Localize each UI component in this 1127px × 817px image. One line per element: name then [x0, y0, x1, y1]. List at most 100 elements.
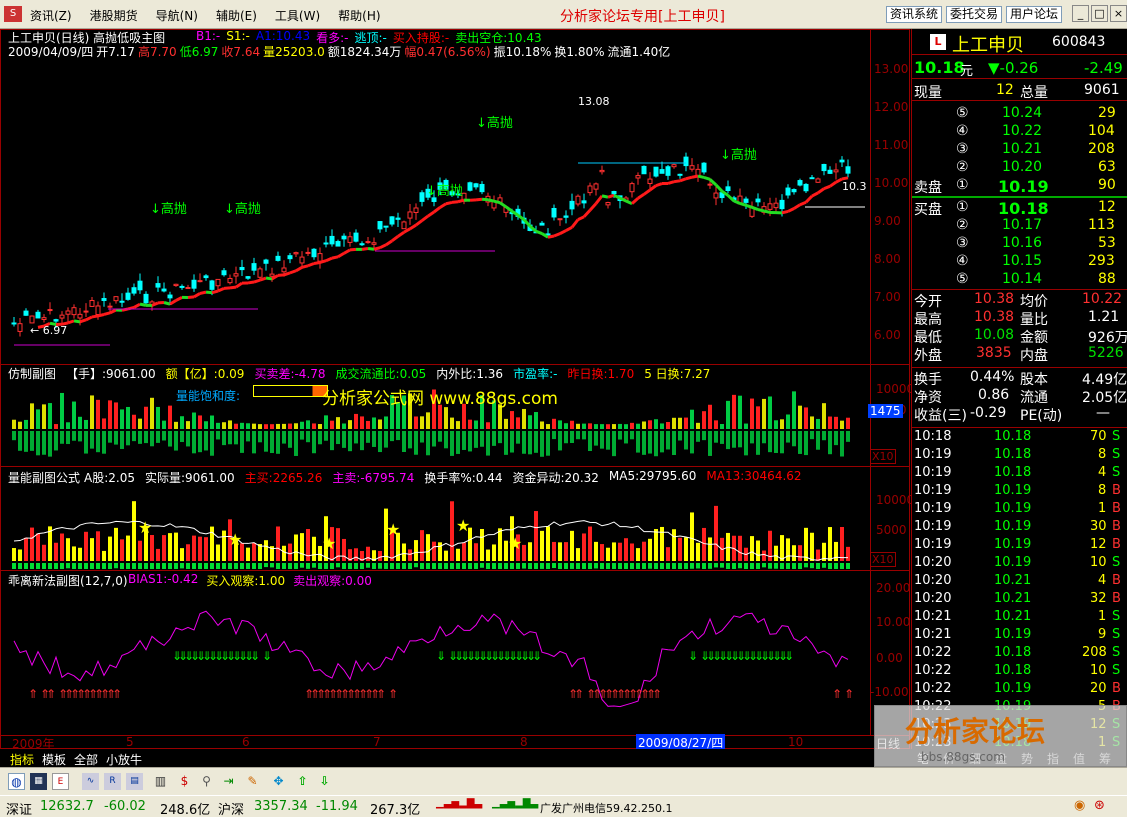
tab-zhibiao[interactable]: 指标 [10, 751, 34, 768]
price-change-pct: -2.49 [1084, 59, 1123, 77]
tick-volume: 10 [1090, 555, 1107, 570]
ma-line-segment [553, 232, 561, 238]
price-unit: 元 [960, 64, 974, 79]
up-arrow-icon[interactable]: ⇧ [294, 773, 311, 790]
sub1-bar [828, 416, 832, 429]
chart2-icon[interactable]: ▤ [126, 773, 143, 790]
sub2-neg-bar [648, 563, 652, 569]
xianliang-value: 12 [996, 82, 1014, 98]
candle-body [539, 222, 545, 226]
sub2-bar [738, 535, 742, 561]
sub1-bar [258, 424, 262, 429]
stat2-label: PE(动) [1020, 408, 1063, 424]
tick-volume: 30 [1090, 519, 1107, 534]
sub2-neg-bar [228, 563, 232, 569]
sub1-neg-bar [750, 431, 754, 444]
tab-quanbu[interactable]: 全部 [74, 751, 98, 768]
chart-area[interactable]: 上工申贝(日线) 高抛低吸主图 B1:- S1:- A1:10.43 看多:- 逃顶:-… [0, 29, 914, 751]
sub2-neg-bar [444, 563, 448, 569]
sell-observe-arrow: ⇑ [28, 687, 38, 701]
price-axis-label: 10.00 [874, 176, 909, 190]
sub2-neg-bar [768, 563, 772, 569]
menu-zixun[interactable]: 资讯(Z) [30, 7, 72, 24]
menu-gongju[interactable]: 工具(W) [275, 7, 320, 24]
sub2-neg-bar [636, 563, 640, 569]
sub1-neg-bar [72, 431, 76, 441]
pencil-icon[interactable]: ✎ [244, 773, 261, 790]
import-icon[interactable]: ⇥ [220, 773, 237, 790]
candle-body [161, 288, 167, 292]
sub2-neg-bar [168, 563, 172, 569]
sub2-bar [750, 536, 754, 561]
sub2-axis-5000: 5000 [876, 523, 907, 537]
link-icon[interactable]: ⚲ [198, 773, 215, 790]
tab-muban[interactable]: 模板 [42, 751, 66, 768]
down-arrow-icon[interactable]: ⇩ [316, 773, 333, 790]
menu-fuzhu[interactable]: 辅助(E) [216, 7, 257, 24]
sub3-chart[interactable]: ⇑ ⇑⇑ ⇑⇑⇑⇑⇑⇑⇑⇑⇑⇑⇓⇓⇓⇓⇓⇓⇓⇓⇓⇓⇓⇓⇓⇓ ⇓⇑⇑⇑⇑⇑⇑⇑⇑⇑⇑⇑⇑… [0, 586, 870, 734]
maximize-button[interactable]: □ [1091, 5, 1108, 22]
stat2-value: 2.05亿 [1082, 390, 1127, 406]
sub2-neg-bar [420, 563, 424, 569]
candle-body [143, 293, 149, 304]
sub1-bar [834, 416, 838, 429]
stat-label: 金额 [1020, 330, 1048, 346]
ma-line-segment [487, 198, 495, 203]
sub2-bar [540, 530, 544, 561]
ask-level: ④ [956, 123, 969, 139]
sub2-bar [636, 548, 640, 561]
candle-body [581, 200, 587, 204]
sub2-bar [786, 538, 790, 561]
candle-body [605, 202, 611, 206]
menu-daohang[interactable]: 导航(N) [156, 7, 198, 24]
sub2-neg-bar [762, 563, 766, 568]
sub2-neg-bar [468, 563, 472, 569]
menu-bangzhu[interactable]: 帮助(H) [338, 7, 380, 24]
tick-price: 10.18 [994, 663, 1032, 678]
candle-body [347, 236, 353, 243]
stat-row: 最低 10.08 金额 926万 [912, 327, 1127, 346]
alert-icon: ⊛ [1094, 798, 1105, 813]
ma-line-segment [367, 246, 375, 251]
trade-button[interactable]: 委托交易 [946, 6, 1003, 23]
tick-price: 10.19 [994, 519, 1032, 534]
sub1-bar [300, 421, 304, 429]
sub2-neg-bar [144, 563, 148, 569]
sub2-neg-bar [306, 563, 310, 569]
market-icon[interactable]: ▦ [30, 773, 47, 790]
tab-xiaofangniu[interactable]: 小放牛 [106, 751, 142, 768]
quote-icon[interactable]: ◍ [8, 773, 25, 790]
dollar-icon[interactable]: $ [176, 773, 193, 790]
stat-value: 5226 [1088, 345, 1124, 361]
candle-body [557, 218, 563, 221]
etf-icon[interactable]: E [52, 773, 69, 790]
tick-volume: 208 [1082, 645, 1107, 660]
close-button[interactable]: × [1110, 5, 1127, 22]
sub2-bar [684, 537, 688, 561]
minimize-button[interactable]: _ [1072, 5, 1089, 22]
ma-line-segment [289, 269, 297, 275]
ma-line-segment [588, 202, 598, 212]
chart1-icon[interactable]: ∿ [82, 773, 99, 790]
sub2-bar [60, 533, 64, 561]
sub1-bar [162, 420, 166, 429]
table-icon[interactable]: ▥ [152, 773, 169, 790]
candle-body [83, 310, 89, 313]
candle-body [743, 198, 749, 203]
candle-body [257, 268, 263, 278]
info-system-button[interactable]: 资讯系统 [886, 6, 943, 23]
sub1-bar [414, 416, 418, 429]
candlestick-chart[interactable]: 13.08 ← 6.97 10.3 ↓高抛 ↓高抛 ↓高抛 ↓高抛 ↓高抛 [0, 59, 910, 364]
sub2-bar [780, 535, 784, 561]
sub2-chart[interactable]: ★ ★ ★ ★ ★ ★ [0, 483, 870, 569]
move-icon[interactable]: ✥ [270, 773, 287, 790]
sub2-neg-bar [594, 563, 598, 569]
rsi-icon[interactable]: R [104, 773, 121, 790]
date-axis-7: 7 [373, 735, 381, 749]
menu-ganggu[interactable]: 港股期货 [90, 7, 138, 24]
ma-line-segment [745, 203, 753, 209]
sub2-bar [564, 542, 568, 561]
forum-button[interactable]: 用户论坛 [1006, 6, 1063, 23]
stat-label: 内盘 [1020, 348, 1048, 364]
tick-price: 10.19 [994, 501, 1032, 516]
